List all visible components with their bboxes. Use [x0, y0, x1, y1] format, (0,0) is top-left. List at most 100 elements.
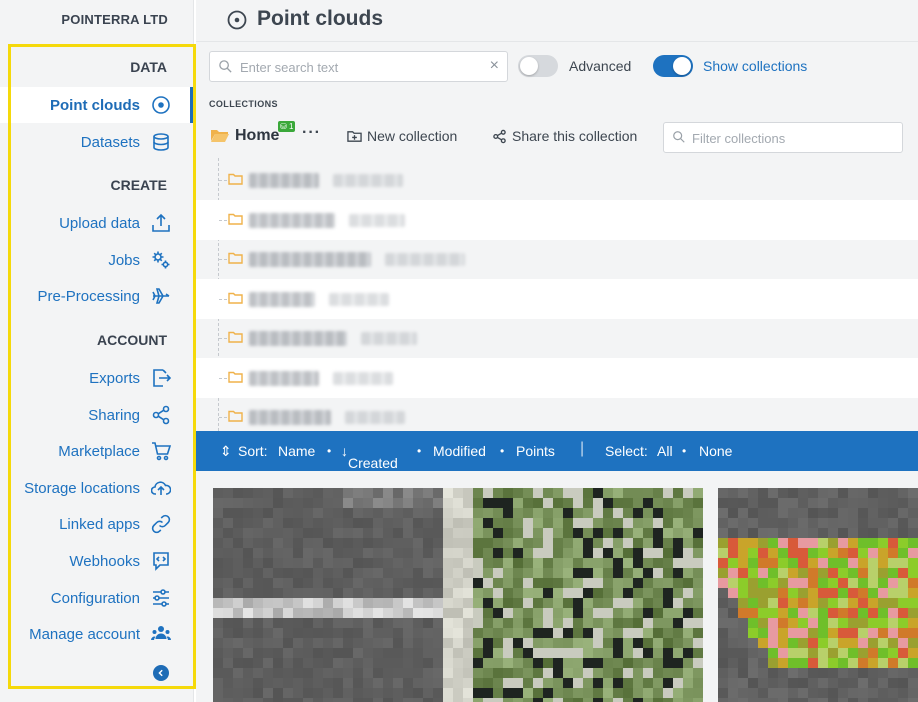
- collection-row[interactable]: [196, 199, 918, 240]
- select-none-button[interactable]: None: [699, 443, 732, 459]
- folder-open-icon: [211, 130, 229, 142]
- collection-row[interactable]: [196, 357, 918, 398]
- sidebar-item-jobs[interactable]: Jobs: [0, 242, 194, 278]
- cloud-upload-icon: [150, 477, 172, 499]
- page-header: Point clouds: [196, 0, 918, 42]
- page-title: Point clouds: [257, 7, 383, 30]
- collection-row[interactable]: [196, 239, 918, 279]
- section-account: ACCOUNT: [97, 332, 167, 348]
- filter-collections-box: [663, 122, 903, 153]
- select-label: Select:: [605, 443, 648, 459]
- sort-option-modified[interactable]: Modified: [433, 443, 486, 459]
- sidebar-item-label: Sharing: [88, 406, 140, 424]
- sidebar-item-label: Point clouds: [50, 96, 140, 114]
- show-collections-label: Show collections: [703, 58, 808, 74]
- collection-meta: [329, 292, 389, 306]
- sidebar-item-label: Manage account: [29, 625, 140, 643]
- home-label: Home: [235, 127, 280, 144]
- collection-row[interactable]: [196, 278, 918, 319]
- collection-meta: [333, 371, 393, 385]
- sidebar-item-sharing[interactable]: Sharing: [0, 397, 194, 433]
- webhook-icon: [150, 550, 172, 572]
- search-icon: [219, 60, 232, 73]
- gears-icon: [150, 249, 172, 271]
- users-icon: [150, 623, 172, 645]
- folder-icon: [228, 252, 243, 264]
- sidebar-item-storage-locations[interactable]: Storage locations: [0, 470, 194, 506]
- upload-icon: [150, 212, 172, 234]
- sort-icon: ⇕: [220, 443, 232, 459]
- chevron-left-icon: [158, 669, 163, 677]
- folder-icon: [228, 410, 243, 422]
- sidebar-item-webhooks[interactable]: Webhooks: [0, 543, 194, 579]
- sidebar-item-label: Storage locations: [24, 479, 140, 497]
- plane-icon: [150, 285, 172, 307]
- filter-collections-input[interactable]: [692, 129, 892, 147]
- sidebar-item-label: Exports: [89, 369, 140, 387]
- collapse-sidebar-button[interactable]: [153, 665, 169, 681]
- home-badge: ⛁ 1: [278, 121, 296, 132]
- sort-label: Sort:: [238, 443, 268, 459]
- collection-row[interactable]: [196, 160, 918, 200]
- sidebar-item-label: Configuration: [50, 589, 140, 607]
- sort-option-points[interactable]: Points: [516, 443, 555, 459]
- sidebar-item-configuration[interactable]: Configuration: [0, 580, 194, 616]
- search-icon: [673, 131, 685, 143]
- section-data: DATA: [130, 59, 167, 75]
- sidebar-item-label: Webhooks: [69, 552, 140, 570]
- link-icon: [150, 513, 172, 535]
- sidebar-item-label: Linked apps: [59, 515, 140, 533]
- sidebar-item-point-clouds[interactable]: Point clouds: [0, 87, 194, 123]
- new-collection-button[interactable]: New collection: [347, 128, 457, 144]
- collection-meta: [349, 213, 405, 227]
- sidebar-item-label: Datasets: [80, 133, 140, 151]
- collections-panel: COLLECTIONS Home ⛁ 1 ··· New collection …: [196, 92, 918, 431]
- folder-icon: [228, 331, 243, 343]
- sidebar-item-label: Marketplace: [58, 442, 140, 460]
- collection-meta: [345, 411, 405, 424]
- sidebar-item-pre-processing[interactable]: Pre-Processing: [0, 278, 194, 314]
- folder-icon: [228, 213, 243, 225]
- sort-option-name[interactable]: Name: [278, 443, 315, 459]
- collection-name: [249, 370, 319, 386]
- sidebar-item-linked-apps[interactable]: Linked apps: [0, 506, 194, 542]
- sidebar-item-upload-data[interactable]: Upload data: [0, 205, 194, 241]
- collection-meta: [361, 332, 417, 345]
- point-cloud-thumbnail[interactable]: [718, 488, 918, 702]
- folder-icon: [228, 292, 243, 304]
- sort-option-created[interactable]: ↓ Created: [341, 443, 398, 471]
- point-cloud-grid: [196, 471, 918, 702]
- sidebar-item-exports[interactable]: Exports: [0, 360, 194, 396]
- collection-name: [249, 291, 315, 307]
- target-icon: [150, 94, 172, 116]
- advanced-toggle[interactable]: [518, 55, 558, 77]
- collection-name: [249, 410, 331, 425]
- more-options-button[interactable]: ···: [302, 124, 321, 142]
- sidebar-item-datasets[interactable]: Datasets: [0, 124, 194, 160]
- cart-icon: [150, 440, 172, 462]
- share-collection-button[interactable]: Share this collection: [492, 128, 637, 144]
- share-icon: [493, 129, 506, 143]
- collection-row[interactable]: [196, 318, 918, 358]
- collection-name: [249, 252, 371, 267]
- select-all-button[interactable]: All: [657, 443, 673, 459]
- sidebar-item-label: Pre-Processing: [37, 287, 140, 305]
- section-create: CREATE: [110, 177, 167, 193]
- search-toolbar: × Advanced Show collections: [196, 42, 918, 92]
- folder-plus-icon: [347, 130, 362, 142]
- export-icon: [150, 367, 172, 389]
- point-cloud-thumbnail[interactable]: [213, 488, 703, 702]
- show-collections-toggle[interactable]: [653, 55, 693, 77]
- sidebar: POINTERRA LTD DATA Point clouds Datasets…: [0, 0, 196, 702]
- folder-icon: [228, 173, 243, 185]
- advanced-label: Advanced: [569, 58, 632, 74]
- sort-bar: ⇕ Sort: Name • ↓ Created • Modified • Poi…: [196, 431, 918, 471]
- clear-search-icon[interactable]: ×: [490, 57, 499, 75]
- search-input[interactable]: [240, 58, 480, 76]
- collection-meta: [385, 253, 465, 266]
- collection-name: [249, 331, 347, 346]
- sidebar-item-manage-account[interactable]: Manage account: [0, 616, 194, 652]
- collections-caption: COLLECTIONS: [209, 99, 278, 109]
- target-icon: [227, 10, 247, 30]
- sidebar-item-marketplace[interactable]: Marketplace: [0, 433, 194, 469]
